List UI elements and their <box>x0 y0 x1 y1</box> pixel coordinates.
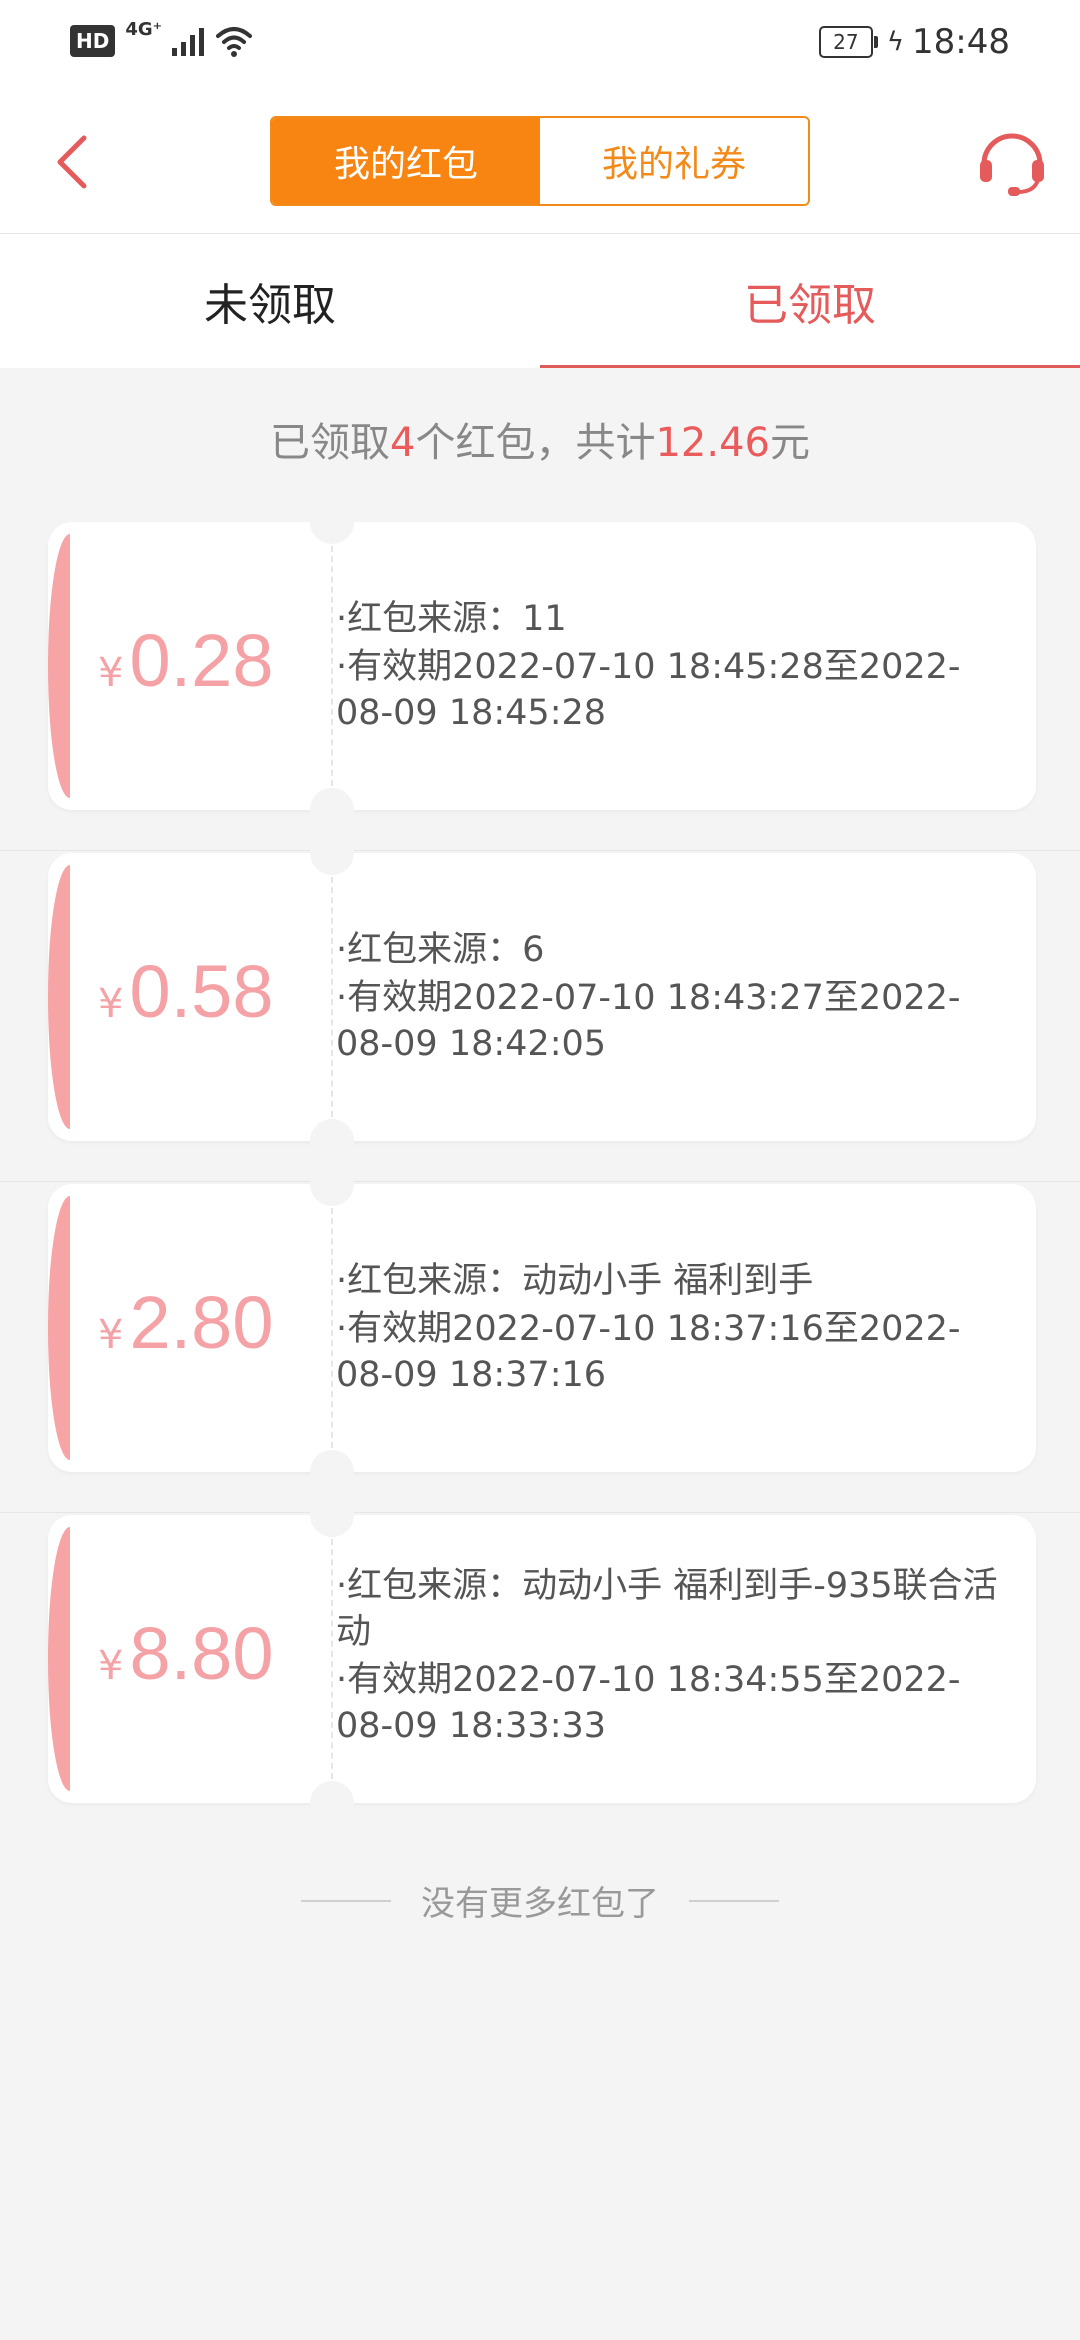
header: 我的红包 我的礼券 <box>0 92 1080 234</box>
charging-icon: ϟ <box>886 27 905 57</box>
packet-source: ·红包来源：动动小手 福利到手 <box>336 1261 814 1301</box>
amount-value: 0.58 <box>129 950 274 1033</box>
status-right: 27 ϟ 18:48 <box>818 22 1010 62</box>
packet-source: ·红包来源：动动小手 福利到手-935联合活动 <box>336 1566 998 1652</box>
packet-source: ·红包来源：11 <box>336 599 567 639</box>
tab-my-red-packets[interactable]: 我的红包 <box>272 118 540 204</box>
currency-symbol: ¥ <box>98 1643 124 1689</box>
packet-amount: ¥ 0.28 <box>98 618 338 703</box>
packet-amount: ¥ 0.58 <box>98 949 338 1034</box>
list-divider <box>0 1181 1080 1182</box>
packet-info: ·红包来源：6 ·有效期2022-07-10 18:43:27至2022-08-… <box>336 927 1008 1069</box>
card-notch <box>310 1493 354 1537</box>
summary-middle: 个红包，共计 <box>415 420 656 466</box>
summary-total: 12.46 <box>655 420 770 466</box>
red-packet-card[interactable]: ¥ 0.28 ·红包来源：11 ·有效期2022-07-10 18:45:28至… <box>48 500 1036 832</box>
packet-info: ·红包来源：11 ·有效期2022-07-10 18:45:28至2022-08… <box>336 596 1008 738</box>
list-divider <box>0 1512 1080 1513</box>
tab-claimed[interactable]: 已领取 <box>540 234 1080 368</box>
battery-icon: 27 <box>818 26 878 58</box>
list-divider <box>0 850 1080 851</box>
end-note-text: 没有更多红包了 <box>421 1884 659 1924</box>
card-stripe <box>48 534 70 798</box>
card-notch <box>310 500 354 544</box>
packet-validity: ·有效期2022-07-10 18:37:16至2022-08-09 18:37… <box>336 1309 961 1395</box>
card-stripe <box>48 865 70 1129</box>
currency-symbol: ¥ <box>98 650 124 696</box>
headset-icon[interactable] <box>974 124 1050 200</box>
segment-control: 我的红包 我的礼券 <box>270 116 810 206</box>
red-packet-card[interactable]: ¥ 0.58 ·红包来源：6 ·有效期2022-07-10 18:43:27至2… <box>48 831 1036 1163</box>
clock: 18:48 <box>912 22 1010 62</box>
packet-amount: ¥ 8.80 <box>98 1611 338 1696</box>
summary-suffix: 元 <box>769 420 810 466</box>
packet-info: ·红包来源：动动小手 福利到手 ·有效期2022-07-10 18:37:16至… <box>336 1258 1008 1400</box>
end-of-list: 没有更多红包了 <box>0 1876 1080 1925</box>
divider-line <box>689 1899 779 1902</box>
card-stripe <box>48 1527 70 1791</box>
packet-validity: ·有效期2022-07-10 18:45:28至2022-08-09 18:45… <box>336 647 961 733</box>
packet-validity: ·有效期2022-07-10 18:43:27至2022-08-09 18:42… <box>336 978 961 1064</box>
claimed-summary: 已领取4个红包，共计12.46元 <box>0 410 1080 468</box>
divider-line <box>301 1899 391 1902</box>
amount-value: 0.28 <box>129 619 274 702</box>
red-packet-card[interactable]: ¥ 2.80 ·红包来源：动动小手 福利到手 ·有效期2022-07-10 18… <box>48 1162 1036 1494</box>
packet-info: ·红包来源：动动小手 福利到手-935联合活动 ·有效期2022-07-10 1… <box>336 1563 1008 1751</box>
currency-symbol: ¥ <box>98 1312 124 1358</box>
amount-value: 8.80 <box>129 1612 274 1695</box>
tab-my-coupons[interactable]: 我的礼券 <box>540 118 808 204</box>
status-bar: HD 4G⁺ 27 ϟ 18:48 <box>0 0 1080 92</box>
card-notch <box>310 1781 354 1825</box>
summary-prefix: 已领取 <box>270 420 391 466</box>
card-notch <box>310 831 354 875</box>
card-stripe <box>48 1196 70 1460</box>
hd-badge: HD <box>70 25 116 57</box>
card-notch <box>310 1162 354 1206</box>
card-notch <box>310 788 354 832</box>
amount-value: 2.80 <box>129 1281 274 1364</box>
wifi-icon <box>216 27 253 57</box>
tab-unclaimed[interactable]: 未领取 <box>0 234 540 368</box>
signal-icon <box>172 26 205 56</box>
packet-validity: ·有效期2022-07-10 18:34:55至2022-08-09 18:33… <box>336 1660 961 1746</box>
card-notch <box>310 1119 354 1163</box>
card-notch <box>310 1450 354 1494</box>
packet-amount: ¥ 2.80 <box>98 1280 338 1365</box>
packet-source: ·红包来源：6 <box>336 930 545 970</box>
currency-symbol: ¥ <box>98 981 124 1027</box>
network-type: 4G⁺ <box>125 18 163 40</box>
red-packet-card[interactable]: ¥ 8.80 ·红包来源：动动小手 福利到手-935联合活动 ·有效期2022-… <box>48 1493 1036 1825</box>
back-icon[interactable] <box>52 132 92 192</box>
summary-count: 4 <box>390 420 416 466</box>
subtabs: 未领取 已领取 <box>0 234 1080 368</box>
status-left: HD 4G⁺ <box>70 19 254 58</box>
